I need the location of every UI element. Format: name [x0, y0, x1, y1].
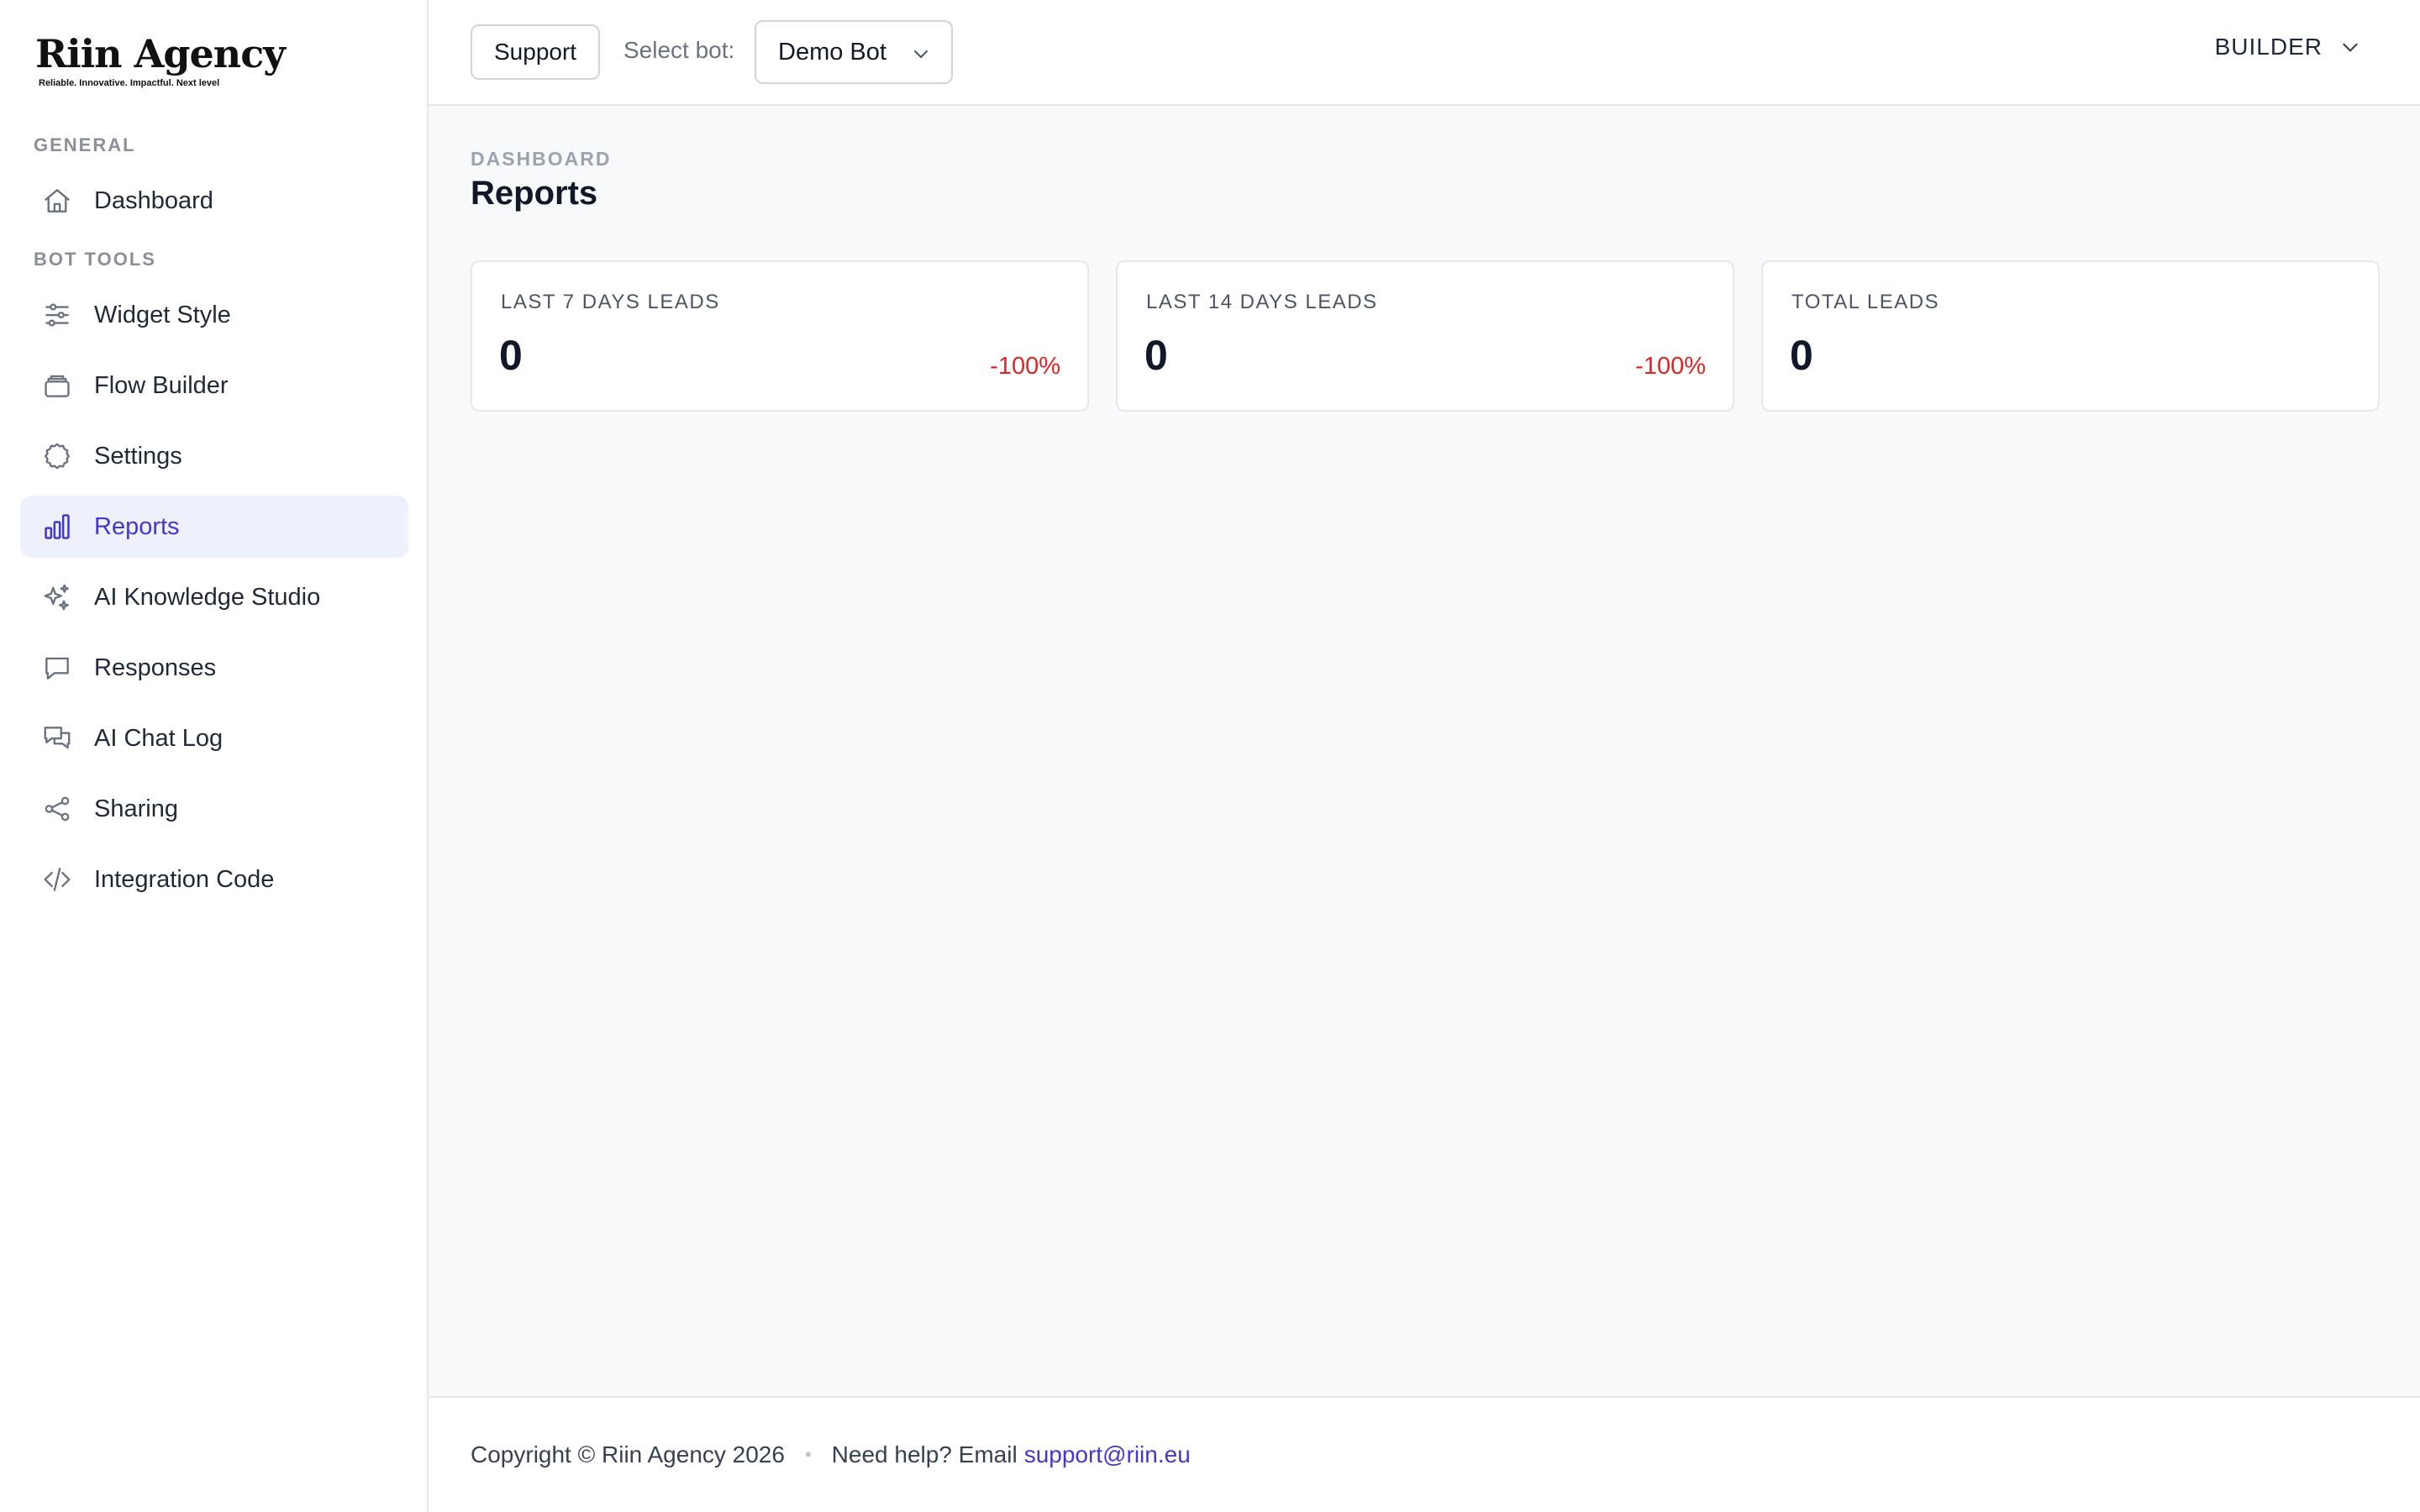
- sidebar: Riin Agency Reliable. Innovative. Impact…: [0, 0, 429, 1512]
- sparkles-icon: [40, 580, 74, 614]
- topbar: Support Select bot: Demo Bot BUILDER: [429, 0, 2420, 106]
- stat-value: 0: [1144, 332, 1168, 379]
- page-title: Reports: [471, 175, 598, 212]
- stat-card-last-7-days: LAST 7 DAYS LEADS 0 -100%: [471, 260, 1089, 412]
- sidebar-item-ai-knowledge-studio[interactable]: AI Knowledge Studio: [20, 566, 408, 628]
- brand-name: Riin Agency: [35, 31, 286, 76]
- home-icon: [40, 184, 74, 218]
- select-bot-label: Select bot:: [623, 37, 735, 63]
- stat-change: -100%: [990, 353, 1060, 380]
- sidebar-item-label: AI Chat Log: [94, 724, 224, 752]
- app-root: Riin Agency Reliable. Innovative. Impact…: [0, 0, 2420, 1512]
- sidebar-item-flow-builder[interactable]: Flow Builder: [20, 354, 408, 417]
- chat-bubble-icon: [40, 651, 74, 685]
- bot-select[interactable]: Demo Bot: [755, 20, 953, 84]
- stat-value: 0: [499, 332, 523, 379]
- share-icon: [40, 792, 74, 826]
- chat-bubbles-icon: [40, 722, 74, 755]
- sidebar-item-label: Integration Code: [94, 865, 275, 893]
- sidebar-item-label: Flow Builder: [94, 371, 229, 399]
- footer-separator: •: [804, 1444, 812, 1465]
- sidebar-item-label: Widget Style: [94, 301, 231, 328]
- breadcrumb: DASHBOARD: [471, 148, 612, 170]
- footer-copyright: Copyright © Riin Agency 2026: [471, 1441, 785, 1467]
- code-icon: [40, 863, 74, 896]
- sidebar-item-widget-style[interactable]: Widget Style: [20, 284, 408, 346]
- brand-logo[interactable]: Riin Agency Reliable. Innovative. Impact…: [35, 30, 286, 89]
- sliders-icon: [40, 298, 74, 332]
- sidebar-item-label: Responses: [94, 654, 217, 681]
- stat-card-total-leads: TOTAL LEADS 0: [1761, 260, 2380, 412]
- sidebar-item-label: AI Knowledge Studio: [94, 583, 321, 611]
- stack-icon: [40, 369, 74, 402]
- stat-label: LAST 7 DAYS LEADS: [501, 291, 720, 313]
- brand-tagline: Reliable. Innovative. Impactful. Next le…: [39, 78, 220, 88]
- footer-help-text: Need help? Email: [831, 1441, 1018, 1467]
- gear-icon: [40, 439, 74, 473]
- sidebar-item-integration-code[interactable]: Integration Code: [20, 848, 408, 911]
- sidebar-item-responses[interactable]: Responses: [20, 637, 408, 699]
- sidebar-item-ai-chat-log[interactable]: AI Chat Log: [20, 707, 408, 769]
- stat-value: 0: [1790, 332, 1813, 379]
- support-email-link[interactable]: support@riin.eu: [1024, 1441, 1191, 1468]
- bot-select-value: Demo Bot: [778, 38, 886, 66]
- role-menu[interactable]: BUILDER: [2215, 34, 2361, 60]
- sidebar-item-reports[interactable]: Reports: [20, 496, 408, 558]
- sidebar-item-dashboard[interactable]: Dashboard: [20, 170, 408, 232]
- stat-label: LAST 14 DAYS LEADS: [1146, 291, 1378, 313]
- stat-label: TOTAL LEADS: [1791, 291, 1940, 313]
- chevron-down-icon: [2343, 43, 2358, 52]
- stat-change: -100%: [1635, 353, 1706, 380]
- bar-chart-icon: [40, 510, 74, 543]
- sidebar-item-sharing[interactable]: Sharing: [20, 778, 408, 840]
- sidebar-item-label: Settings: [94, 442, 182, 470]
- role-menu-label: BUILDER: [2214, 34, 2323, 60]
- sidebar-item-label: Dashboard: [94, 186, 213, 214]
- section-label-bot-tools: BOT TOOLS: [34, 249, 156, 270]
- chevron-down-icon: [914, 50, 928, 58]
- stat-card-last-14-days: LAST 14 DAYS LEADS 0 -100%: [1116, 260, 1734, 412]
- sidebar-item-label: Sharing: [94, 795, 178, 822]
- sidebar-item-label: Reports: [94, 512, 180, 540]
- sidebar-item-settings[interactable]: Settings: [20, 425, 408, 487]
- footer: Copyright © Riin Agency 2026 • Need help…: [429, 1396, 2420, 1512]
- support-button[interactable]: Support: [471, 24, 601, 80]
- section-label-general: GENERAL: [34, 134, 136, 155]
- footer-text: Copyright © Riin Agency 2026 • Need help…: [471, 1441, 1191, 1468]
